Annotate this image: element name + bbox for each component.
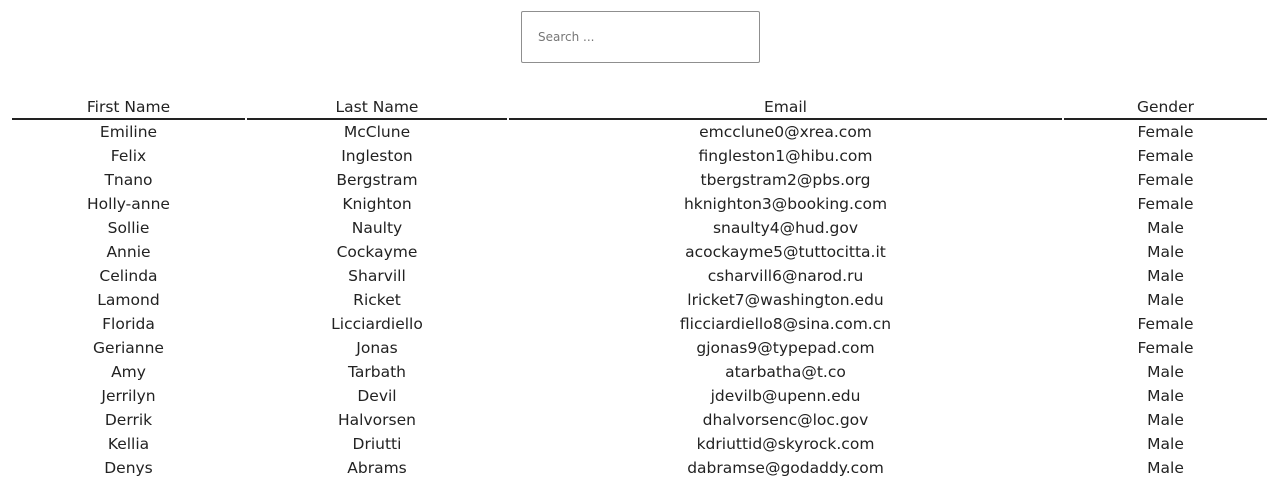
cell-last-name: Ingleston [341,147,413,165]
cell-first-name: Amy [111,363,146,381]
table-row[interactable]: Holly-anne Knighton hknighton3@booking.com… [12,192,1267,216]
table-row[interactable]: Gerianne Jonas gjonas9@typepad.com Female [12,336,1267,360]
cell-email: gjonas9@typepad.com [696,339,875,357]
search-container [521,11,760,63]
cell-gender: Female [1137,195,1194,213]
cell-last-name: Naulty [351,219,403,237]
cell-last-name: Abrams [347,459,407,477]
cell-email: tbergstram2@pbs.org [700,171,871,189]
cell-email: dabramse@godaddy.com [687,459,884,477]
cell-gender: Female [1137,123,1194,141]
cell-email: acockayme5@tuttocitta.it [685,243,886,261]
cell-gender: Female [1137,315,1194,333]
table-row[interactable]: Celinda Sharvill csharvill6@narod.ru Male [12,264,1267,288]
table-row[interactable]: Lamond Ricket lricket7@washington.edu Male [12,288,1267,312]
table-row[interactable]: Annie Cockayme acockayme5@tuttocitta.it Mal… [12,240,1267,264]
cell-gender: Female [1137,147,1194,165]
table-row[interactable]: Jerrilyn Devil jdevilb@upenn.edu Male [12,384,1267,408]
cell-last-name: Tarbath [347,363,406,381]
cell-first-name: Denys [104,459,153,477]
cell-gender: Male [1147,387,1184,405]
cell-email: kdriuttid@skyrock.com [696,435,875,453]
cell-last-name: Cockayme [336,243,418,261]
cell-last-name: Ricket [353,291,401,309]
table-row[interactable]: Amy Tarbath atarbatha@t.co Male [12,360,1267,384]
cell-first-name: Gerianne [93,339,164,357]
cell-first-name: Sollie [107,219,150,237]
table-row[interactable]: Denys Abrams dabramse@godaddy.com Male [12,456,1267,480]
cell-gender: Female [1137,171,1194,189]
cell-gender: Male [1147,219,1184,237]
cell-gender: Female [1137,339,1194,357]
table-header: First Name Last Name Email Gender [12,96,1267,120]
cell-gender: Male [1147,267,1184,285]
cell-email: emcclune0@xrea.com [699,123,872,141]
table-row[interactable]: Florida Licciardiello flicciardiello8@sina… [12,312,1267,336]
cell-first-name: Annie [106,243,151,261]
table-row[interactable]: Emiline McClune emcclune0@xrea.com Female [12,120,1267,144]
cell-last-name: Licciardiello [331,315,423,333]
cell-last-name: Sharvill [348,267,406,285]
cell-last-name: Halvorsen [338,411,416,429]
users-table-container: First Name Last Name Email Gender Emilin… [12,96,1267,480]
cell-email: fingleston1@hibu.com [698,147,873,165]
column-header-email[interactable]: Email [509,96,1062,120]
cell-last-name: Jonas [356,339,398,357]
cell-last-name: McClune [343,123,411,141]
cell-first-name: Lamond [97,291,160,309]
cell-first-name: Celinda [99,267,158,285]
cell-first-name: Jerrilyn [101,387,156,405]
column-header-last-name[interactable]: Last Name [247,96,507,120]
cell-first-name: Florida [102,315,155,333]
cell-last-name: Bergstram [336,171,418,189]
cell-email: lricket7@washington.edu [687,291,884,309]
cell-last-name: Knighton [342,195,412,213]
table-row[interactable]: Felix Ingleston fingleston1@hibu.com Female [12,144,1267,168]
cell-first-name: Felix [110,147,147,165]
cell-email: csharvill6@narod.ru [707,267,864,285]
cell-first-name: Holly-anne [87,195,170,213]
cell-gender: Male [1147,363,1184,381]
cell-first-name: Derrik [104,411,153,429]
table-body: Emiline McClune emcclune0@xrea.com Female Fe… [12,120,1267,480]
cell-gender: Male [1147,291,1184,309]
cell-email: snaulty4@hud.gov [712,219,859,237]
cell-email: dhalvorsenc@loc.gov [702,411,869,429]
column-header-gender[interactable]: Gender [1064,96,1267,120]
cell-email: jdevilb@upenn.edu [710,387,861,405]
table-row[interactable]: Tnano Bergstram tbergstram2@pbs.org Female [12,168,1267,192]
cell-last-name: Driutti [352,435,402,453]
users-table: First Name Last Name Email Gender Emilin… [10,96,1267,480]
cell-gender: Male [1147,411,1184,429]
table-row[interactable]: Derrik Halvorsen dhalvorsenc@loc.gov Male [12,408,1267,432]
cell-last-name: Devil [357,387,397,405]
cell-first-name: Emiline [99,123,158,141]
cell-gender: Male [1147,459,1184,477]
cell-first-name: Tnano [104,171,153,189]
table-row[interactable]: Kellia Driutti kdriuttid@skyrock.com Male [12,432,1267,456]
cell-gender: Male [1147,435,1184,453]
header-row: First Name Last Name Email Gender [12,96,1267,120]
search-input[interactable] [521,11,760,63]
cell-email: hknighton3@booking.com [683,195,888,213]
cell-email: atarbatha@t.co [725,363,846,381]
column-header-first-name[interactable]: First Name [12,96,245,120]
cell-first-name: Kellia [107,435,150,453]
table-row[interactable]: Sollie Naulty snaulty4@hud.gov Male [12,216,1267,240]
cell-gender: Male [1147,243,1184,261]
cell-email: flicciardiello8@sina.com.cn [679,315,892,333]
